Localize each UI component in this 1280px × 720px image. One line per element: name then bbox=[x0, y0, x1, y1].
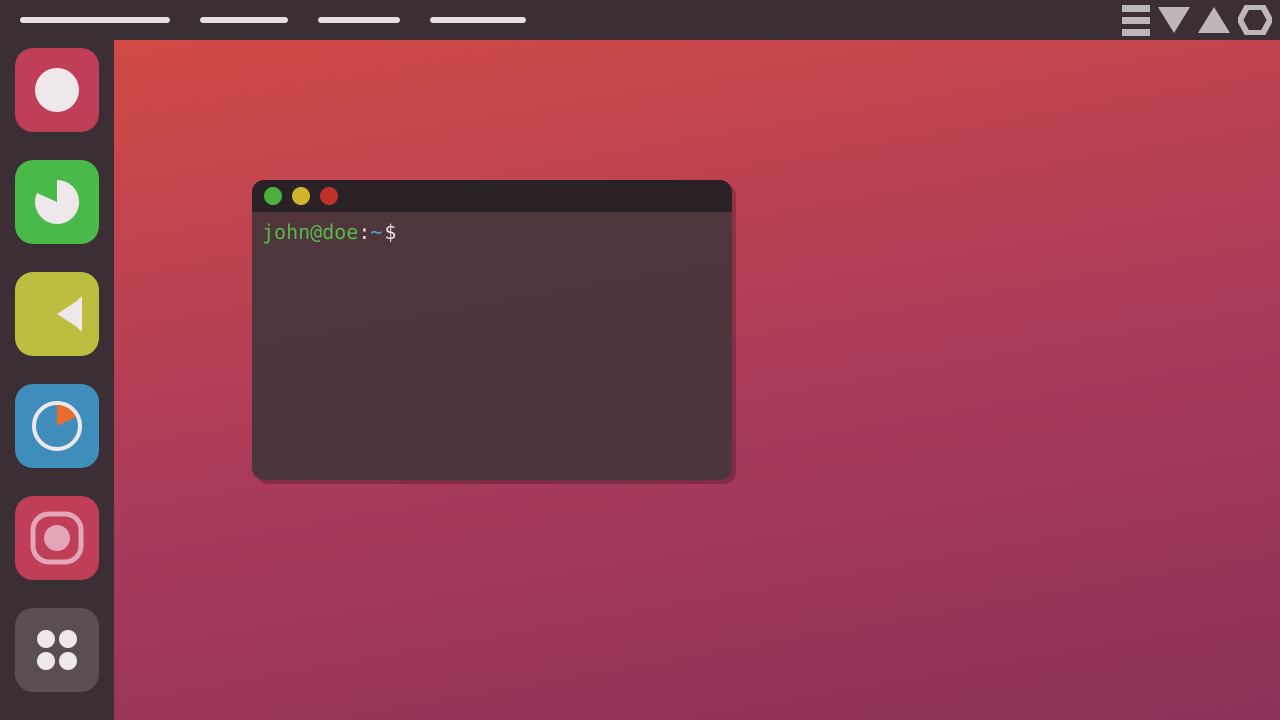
pac-icon bbox=[32, 289, 82, 339]
dock-app-circle[interactable] bbox=[15, 48, 99, 132]
circle-icon bbox=[32, 65, 82, 115]
terminal-body[interactable]: john@doe:~$ bbox=[252, 212, 732, 252]
prompt-path: ~ bbox=[370, 220, 382, 244]
pie-icon bbox=[32, 177, 82, 227]
launcher-dock bbox=[0, 40, 114, 720]
grid-icon bbox=[30, 623, 84, 677]
prompt-separator: : bbox=[358, 220, 370, 244]
terminal-titlebar[interactable] bbox=[252, 180, 732, 212]
menu-item[interactable] bbox=[200, 17, 288, 23]
terminal-window[interactable]: john@doe:~$ bbox=[252, 180, 732, 480]
status-tray bbox=[1122, 5, 1280, 36]
top-panel bbox=[0, 0, 1280, 40]
window-minimize-button[interactable] bbox=[264, 187, 282, 205]
window-maximize-button[interactable] bbox=[292, 187, 310, 205]
dock-app-disk[interactable] bbox=[15, 384, 99, 468]
dock-app-pac[interactable] bbox=[15, 272, 99, 356]
dock-apps-grid[interactable] bbox=[15, 608, 99, 692]
dock-app-pie-green[interactable] bbox=[15, 160, 99, 244]
menu-item[interactable] bbox=[318, 17, 400, 23]
dock-app-record[interactable] bbox=[15, 496, 99, 580]
menu-item[interactable] bbox=[20, 17, 170, 23]
menu-item[interactable] bbox=[430, 17, 526, 23]
prompt-user-host: john@doe bbox=[262, 220, 358, 244]
disk-icon bbox=[30, 399, 84, 453]
prompt-symbol: $ bbox=[384, 220, 396, 244]
record-icon bbox=[27, 508, 87, 568]
hexagon-icon[interactable] bbox=[1238, 5, 1272, 35]
window-close-button[interactable] bbox=[320, 187, 338, 205]
menu-bar bbox=[0, 17, 526, 23]
triangle-up-icon[interactable] bbox=[1198, 7, 1230, 33]
triangle-down-icon[interactable] bbox=[1158, 7, 1190, 33]
menu-icon[interactable] bbox=[1122, 5, 1150, 36]
